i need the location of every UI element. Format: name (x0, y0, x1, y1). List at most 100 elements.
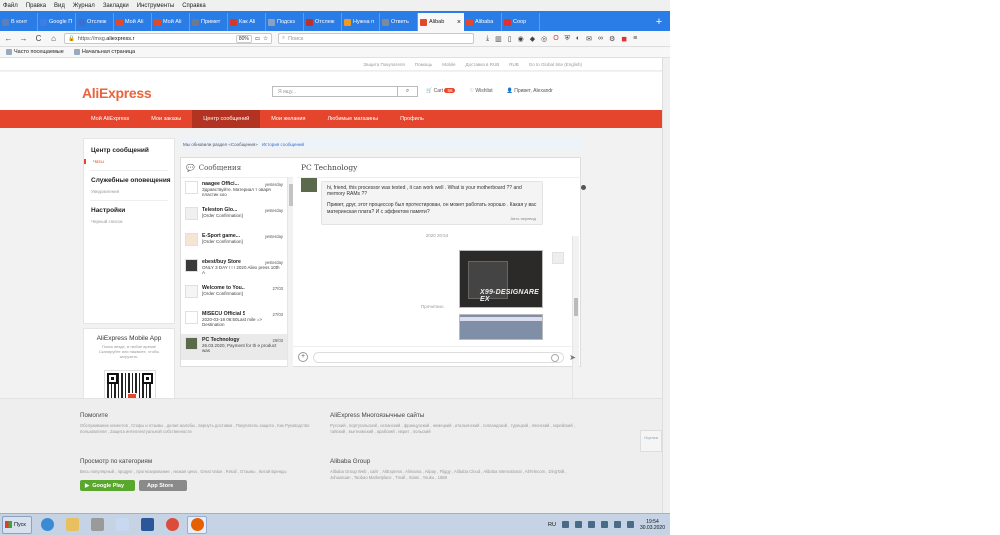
conversation-item[interactable]: Teleston Glo... [Order Confirmation] yeste… (181, 204, 287, 230)
conversation-scrollbar[interactable] (572, 236, 579, 404)
mail-icon[interactable]: ✉ (586, 35, 592, 43)
conversation-item[interactable]: PC Technology 26.03.2020, Payment for th … (181, 334, 287, 360)
sidebar-icon[interactable]: ▯ (508, 35, 512, 43)
browser-tab[interactable]: Примет (190, 13, 228, 31)
nav-tab[interactable]: Мои заказы (140, 110, 192, 128)
browser-tab[interactable]: Как Ali (228, 13, 266, 31)
url-bar[interactable]: 🔒 https://msg.aliexpress.r 80% ▭ ☆ (64, 33, 272, 44)
aliexpress-logo[interactable]: AliExpress (82, 85, 152, 101)
pocket-icon[interactable]: ◆ (530, 35, 535, 43)
menu-item[interactable]: Правка (26, 3, 46, 9)
battery-icon[interactable] (626, 521, 634, 528)
attach-button[interactable]: + (298, 352, 308, 362)
topline-link[interactable]: RUB (509, 62, 519, 67)
sidebar-item[interactable]: Уведомления (84, 189, 174, 194)
topline-link[interactable]: Доставка в RUB (465, 62, 499, 67)
browser-tab[interactable]: В конт (0, 13, 38, 31)
taskbar-app-media[interactable] (87, 516, 107, 534)
menu-item[interactable]: Журнал (73, 3, 95, 9)
notification-icon[interactable]: ◼ (621, 35, 627, 43)
conversation-item[interactable]: ebest/buy Store ONLY 3 DAY ! ! ! 2020 Ali… (181, 256, 287, 282)
nav-tab[interactable]: Профиль (389, 110, 435, 128)
bookmark-item[interactable]: Начальная страница (73, 49, 135, 55)
message-input[interactable] (313, 351, 565, 363)
usb-icon[interactable] (574, 521, 582, 528)
menu-item[interactable]: Справка (182, 3, 206, 9)
library-icon[interactable]: ▥ (495, 35, 502, 43)
topline-link[interactable]: Go to Global Site (English) (529, 62, 582, 67)
opera-icon[interactable]: O (553, 35, 558, 43)
system-clock[interactable]: 19:54 30.03.2020 (640, 519, 665, 531)
topline-link[interactable]: Защита Покупателя (363, 62, 404, 67)
google-play-button[interactable]: ▶ Google Play (80, 480, 135, 491)
footer-browse-links[interactable]: Весь популярный , продукт , прогнозирова… (80, 469, 325, 475)
footer-help-links[interactable]: Обслуживание клиентов , Споры и отзывы ,… (80, 423, 325, 435)
taskbar-app-chrome[interactable] (162, 516, 182, 534)
send-icon[interactable]: ➤ (569, 353, 576, 362)
nav-tab[interactable]: Центр сообщений (192, 110, 261, 128)
cart-link[interactable]: 🛒 Cart 56 (426, 88, 456, 94)
back-button[interactable]: ← (4, 34, 13, 43)
new-tab-button[interactable]: + (652, 13, 666, 31)
nav-tab[interactable]: Любимые магазины (316, 110, 389, 128)
feedback-button[interactable]: Оценка (640, 430, 662, 452)
taskbar-app-notepad[interactable] (112, 516, 132, 534)
vpn-icon[interactable]: ◐ (576, 35, 580, 43)
menu-icon[interactable]: ≡ (633, 35, 637, 43)
shield-icon[interactable]: ⛨ (565, 35, 570, 43)
taskbar-app-folder[interactable] (62, 516, 82, 534)
menu-item[interactable]: Закладки (103, 3, 129, 9)
browser-tab[interactable]: Alibaba (464, 13, 502, 31)
site-search-input[interactable]: Я ищу... ⌕ (272, 86, 418, 97)
conversation-item[interactable]: naagee Offici... Здравствуйте. Материал т… (181, 178, 287, 204)
browser-tab[interactable]: Соор (502, 13, 540, 31)
start-button[interactable]: Пуск (2, 515, 32, 534)
antivirus-icon[interactable] (600, 521, 608, 528)
topline-link[interactable]: Помощь (415, 62, 432, 67)
scroll-thumb[interactable] (574, 298, 578, 316)
addon-icon[interactable]: ◉ (518, 35, 524, 43)
sidebar-item[interactable]: Черный список (84, 219, 174, 224)
browser-tab[interactable]: Отслеж (76, 13, 114, 31)
menu-item[interactable]: Инструменты (137, 3, 174, 9)
shield-icon[interactable] (587, 521, 595, 528)
reader-icon[interactable]: ▭ (255, 36, 260, 42)
conversation-item[interactable]: Welcome to You... [Order Confirmation] 27/… (181, 282, 287, 308)
image-message[interactable]: X99-DESIGNARE EX (459, 250, 543, 308)
browser-search-input[interactable]: ⌕ Поиск (278, 33, 474, 44)
volume-icon[interactable] (613, 521, 621, 528)
forward-button[interactable]: → (19, 34, 28, 43)
sidebar-item[interactable]: Чаты (84, 159, 174, 164)
topline-link[interactable]: Mobile (442, 62, 455, 67)
conversation-item[interactable]: E-Sport game... [Order Confirmation] yeste… (181, 230, 287, 256)
browser-tab[interactable]: Отслеж (304, 13, 342, 31)
wishlist-link[interactable]: ♡ Wishlist (469, 88, 492, 94)
emoji-icon[interactable] (551, 353, 560, 362)
nav-tab[interactable]: Мои желания (260, 110, 316, 128)
site-search-button[interactable]: ⌕ (397, 87, 417, 96)
network-icon[interactable] (561, 521, 569, 528)
reload-button[interactable]: C (34, 34, 43, 43)
zoom-indicator[interactable]: 80% (235, 34, 252, 43)
browser-tab[interactable]: Google П (38, 13, 76, 31)
browser-tab[interactable]: Нужна п (342, 13, 380, 31)
bookmark-star-icon[interactable]: ☆ (263, 36, 268, 42)
menu-item[interactable]: Вид (54, 3, 65, 9)
browser-tab[interactable]: Alibab × (418, 13, 464, 31)
taskbar-app-firefox[interactable] (187, 515, 207, 534)
browser-tab[interactable]: Мой Ali (152, 13, 190, 31)
page-scrollbar[interactable] (662, 58, 670, 513)
app-store-button[interactable]: App Store (139, 480, 187, 491)
image-message[interactable] (459, 314, 543, 340)
account-link[interactable]: 👤 Привет, Alexandr (507, 88, 553, 94)
nav-tab[interactable]: Мой AliExpress (80, 110, 140, 128)
tab-close-icon[interactable]: × (457, 19, 461, 26)
download-icon[interactable]: ⤓ (486, 35, 489, 43)
browser-tab[interactable]: Подскз (266, 13, 304, 31)
conversation-item[interactable]: MISECU Official S...2020-03-18 06:50Last… (181, 308, 287, 334)
home-button[interactable]: ⌂ (49, 34, 58, 43)
language-indicator[interactable]: RU (548, 522, 556, 528)
bookmark-item[interactable]: Часто посещаемые (6, 49, 64, 55)
browser-tab[interactable]: Ответь (380, 13, 418, 31)
glasses-icon[interactable]: ∞ (598, 35, 603, 43)
